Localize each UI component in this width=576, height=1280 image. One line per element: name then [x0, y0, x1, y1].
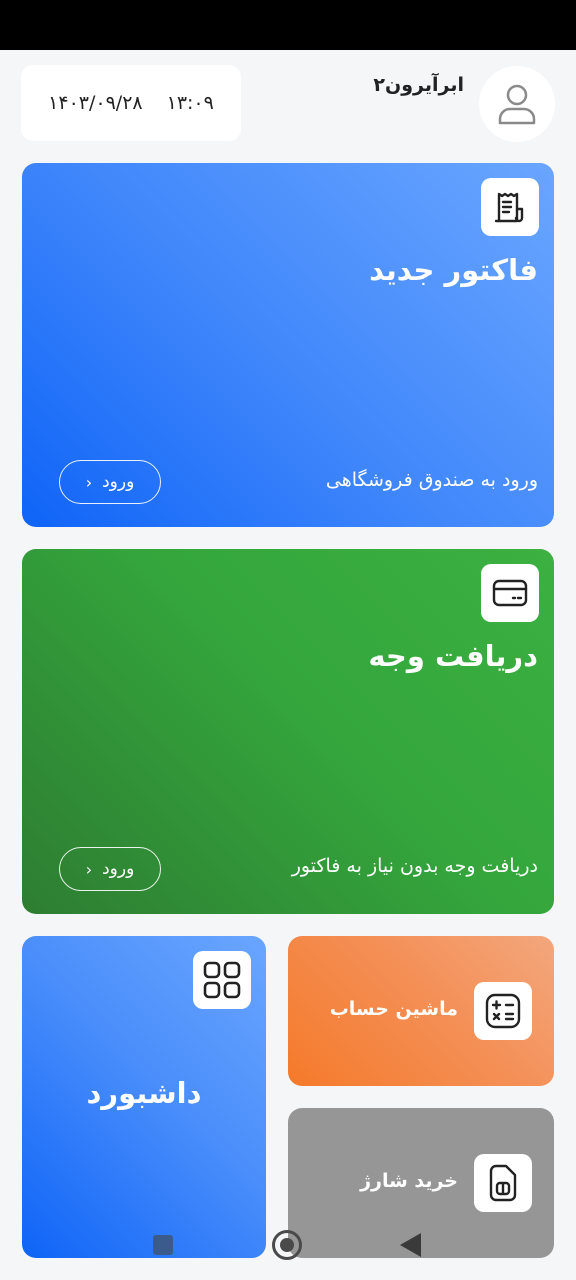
receipt-icon-box	[481, 178, 539, 236]
card-title: ماشین حساب	[329, 998, 458, 1020]
button-label: ورود	[102, 859, 135, 879]
calculator-icon-box	[474, 982, 532, 1040]
status-bar	[0, 0, 576, 50]
receive-payment-card[interactable]: دریافت وجه دریافت وجه بدون نیاز به فاکتو…	[22, 549, 554, 914]
card-subtitle: دریافت وجه بدون نیاز به فاکتور	[291, 855, 538, 877]
card-title: داشبورد	[86, 1076, 202, 1110]
calculator-icon	[485, 993, 521, 1029]
time-text: ۱۳:۰۹	[166, 92, 214, 114]
calculator-card[interactable]: ماشین حساب	[288, 936, 554, 1086]
payment-enter-button[interactable]: ورود ‹	[59, 847, 161, 891]
avatar[interactable]	[479, 66, 555, 142]
card-icon	[492, 579, 528, 607]
chevron-left-icon: ‹	[85, 472, 93, 492]
grid-icon	[203, 961, 241, 999]
button-label: ورود	[102, 472, 135, 492]
card-subtitle: ورود به صندوق فروشگاهی	[325, 469, 538, 491]
card-title: فاکتور جدید	[369, 253, 538, 287]
card-icon-box	[481, 564, 539, 622]
date-text: ۱۴۰۳/۰۹/۲۸	[48, 92, 143, 114]
grid-icon-box	[193, 951, 251, 1009]
new-invoice-card[interactable]: فاکتور جدید ورود به صندوق فروشگاهی ورود …	[22, 163, 554, 527]
system-nav-bar	[0, 1222, 576, 1270]
dashboard-card[interactable]: داشبورد	[22, 936, 266, 1258]
home-button[interactable]	[272, 1230, 302, 1260]
back-button[interactable]	[400, 1233, 421, 1257]
sim-card-icon	[489, 1164, 517, 1202]
invoice-enter-button[interactable]: ورود ‹	[59, 460, 161, 504]
recent-apps-button[interactable]	[153, 1235, 173, 1255]
datetime-box: ۱۴۰۳/۰۹/۲۸ ۱۳:۰۹	[21, 65, 241, 141]
chevron-left-icon: ‹	[85, 859, 93, 879]
receipt-icon	[494, 192, 524, 223]
sim-card-icon-box	[474, 1154, 532, 1212]
username: ابرآیرون۲	[373, 74, 464, 96]
card-title: خرید شارژ	[360, 1170, 458, 1192]
card-title: دریافت وجه	[368, 639, 538, 673]
user-icon	[498, 84, 536, 125]
